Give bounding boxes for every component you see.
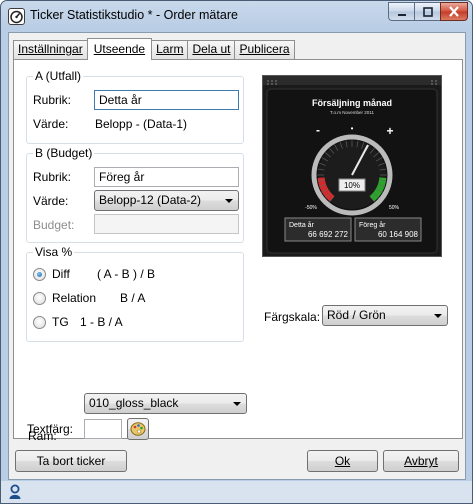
app-icon [8,8,25,25]
group-a-utfall: A (Utfall) Rubrik: Detta år Värde: Belop… [26,69,244,144]
close-icon [449,6,459,17]
tab-larm[interactable]: Larm [151,40,189,59]
rubrik-a-input[interactable]: Detta år [94,90,239,110]
textfarg-input[interactable] [84,419,122,439]
status-bar [1,481,472,503]
tab-label: Utseende [93,42,146,56]
cancel-button[interactable]: Avbryt [383,450,459,472]
gauge-box-2-value: 60 164 908 [378,230,419,239]
user-icon [9,484,21,499]
gauge-box-1-label: Detta år [289,221,315,229]
chevron-down-icon [233,402,241,406]
gauge-box-2-label: Föreg år [359,221,386,229]
varde-a-label: Värde: [33,117,69,131]
close-button[interactable] [440,2,468,21]
chevron-down-icon [225,199,233,203]
gauge-graphic: Försäljning månad T.o.m November 2011 - … [266,88,438,254]
ram-selected: 010_gloss_black [89,396,179,410]
group-visa-procent: Visa % Diff ( A - B ) / B Relation B / A… [26,245,244,342]
tab-dela-ut[interactable]: Dela ut [187,40,236,59]
tab-publicera[interactable]: Publicera [234,40,295,59]
remove-ticker-button[interactable]: Ta bort ticker [15,450,127,472]
radio-tg[interactable]: TG 1 - B / A [33,315,123,329]
title-bar[interactable]: Ticker Statistikstudio * - Order mätare [1,1,472,31]
radio-diff-circle[interactable] [33,267,46,281]
gauge-subtitle: T.o.m November 2011 [330,110,374,115]
fargskala-select[interactable]: Röd / Grön [322,305,448,326]
gauge-title: Försäljning månad [312,98,392,108]
rubrik-b-input[interactable]: Föreg år [94,167,239,187]
varde-b-selected: Belopp-12 (Data-2) [99,193,202,207]
rubrik-b-label: Rubrik: [33,170,72,184]
gauge-box-1-value: 66 692 272 [308,230,349,239]
color-picker-button[interactable] [127,418,149,440]
radio-diff[interactable]: Diff ( A - B ) / B [33,267,155,281]
radio-relation-label: Relation [52,291,97,305]
varde-b-select[interactable]: Belopp-12 (Data-2) [94,190,239,211]
window: Ticker Statistikstudio * - Order mätare … [0,0,473,504]
radio-diff-formula: ( A - B ) / B [97,267,156,281]
gauge-scale-right: 50% [389,205,400,211]
ram-select[interactable]: 010_gloss_black [84,393,247,414]
tab-label: Larm [156,42,184,56]
tab-strip: Inställningar Utseende Larm Dela ut Publ… [13,38,295,60]
chevron-down-icon [434,314,442,318]
rubrik-a-label: Rubrik: [33,93,72,107]
preview-handle [263,76,441,85]
ok-label: Ok [334,454,351,468]
fargskala-selected: Röd / Grön [327,308,386,322]
budget-label: Budget: [33,218,75,232]
window-title: Ticker Statistikstudio * - Order mätare [30,8,238,22]
radio-tg-label: TG [52,315,69,329]
tab-label: Dela ut [192,42,231,56]
gauge-dot: • [351,124,354,133]
visa-title: Visa % [33,245,75,259]
radio-relation[interactable]: Relation B / A [33,291,145,305]
tab-label: Inställningar [18,42,83,56]
varde-a-value: Belopp - (Data-1) [95,117,188,131]
radio-diff-label: Diff [52,267,70,281]
gauge-minus: - [316,123,320,137]
gauge-scale-left: -50% [305,205,317,211]
fargskala-label: Färgskala: [264,310,321,324]
radio-tg-circle[interactable] [33,315,46,329]
tab-utseende[interactable]: Utseende [86,38,153,60]
palette-icon [130,422,146,436]
budget-input[interactable] [94,214,239,234]
group-b-budget: B (Budget) Rubrik: Föreg år Värde: Belop… [26,146,244,243]
gauge-plus: + [386,124,393,138]
gauge-percent: 10% [344,181,360,190]
cancel-label: Avbryt [404,454,438,468]
minimize-button[interactable] [388,2,415,21]
gauge-preview: Försäljning månad T.o.m November 2011 - … [262,75,442,257]
textfarg-label: Textfärg: [27,422,74,436]
ok-button[interactable]: Ok [307,450,378,472]
minimize-icon [397,13,406,16]
maximize-button[interactable] [414,2,441,21]
tab-page-utseende: A (Utfall) Rubrik: Detta år Värde: Belop… [13,59,463,443]
group-b-title: B (Budget) [33,146,95,160]
radio-tg-formula: 1 - B / A [80,315,123,329]
group-a-title: A (Utfall) [33,69,84,83]
maximize-icon [422,6,433,17]
radio-relation-formula: B / A [120,291,146,305]
varde-b-label: Värde: [33,194,69,208]
tab-installningar[interactable]: Inställningar [13,40,88,59]
dialog-client-area: Inställningar Utseende Larm Dela ut Publ… [8,32,466,480]
tab-label: Publicera [239,42,290,56]
radio-relation-circle[interactable] [33,291,46,305]
